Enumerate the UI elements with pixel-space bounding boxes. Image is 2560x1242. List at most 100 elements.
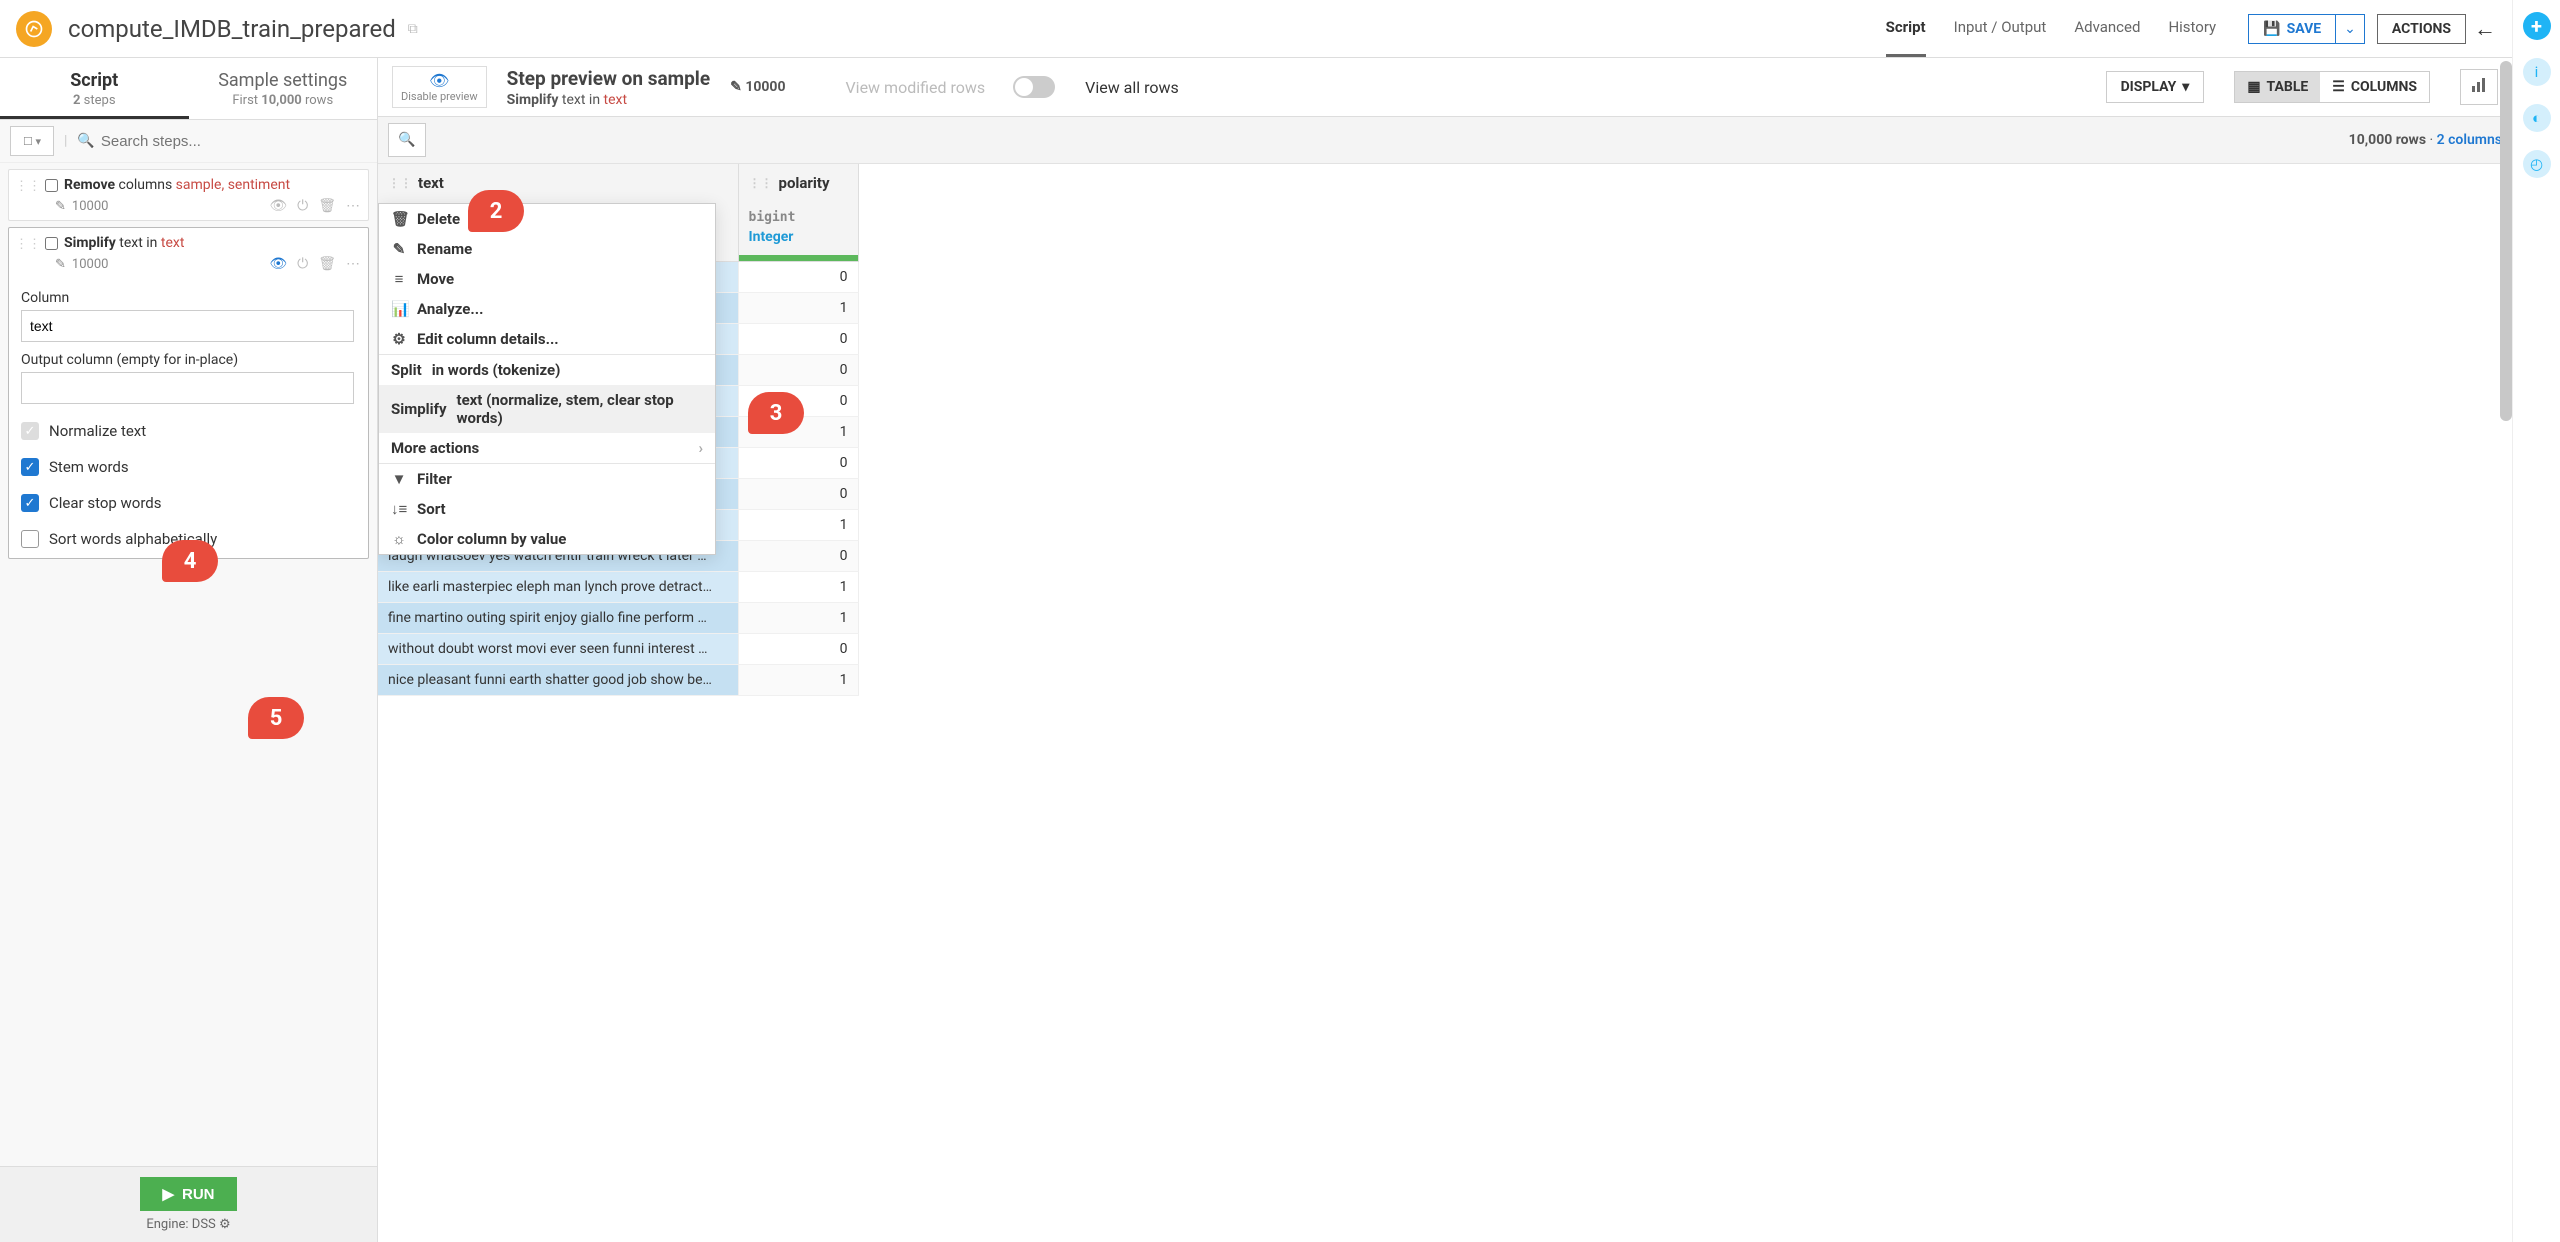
drag-handle-icon[interactable]: ⋮⋮ (15, 237, 41, 252)
gear-icon: ⚙ (391, 330, 407, 348)
check-normalize[interactable]: ✓ Normalize text (21, 422, 354, 440)
step-card-simplify[interactable]: ⋮⋮ Simplify text in text ✎10000 👁 ⏻ (8, 227, 369, 559)
save-label: SAVE (2287, 21, 2322, 37)
history-icon[interactable]: ◴ (2523, 150, 2551, 178)
column-storage: bigint (749, 210, 848, 225)
seg-columns[interactable]: ☰COLUMNS (2320, 72, 2429, 102)
tab-history[interactable]: History (2168, 0, 2216, 57)
top-tabs: Script Input / Output Advanced History (1886, 0, 2217, 57)
view-toggle[interactable] (1013, 76, 1055, 98)
eye-icon[interactable]: 👁 (269, 256, 287, 272)
seg-table[interactable]: ▦TABLE (2235, 72, 2320, 102)
step-card-remove[interactable]: ⋮⋮ Remove columns sample, sentiment ✎100… (8, 169, 369, 221)
ctx-rename[interactable]: ✎Rename (379, 234, 715, 264)
cell-polarity[interactable]: 0 (738, 448, 858, 479)
display-dropdown[interactable]: DISPLAY ▾ (2106, 71, 2205, 103)
step-checkbox[interactable] (45, 237, 58, 250)
cell-polarity[interactable]: 0 (738, 262, 858, 293)
data-grid[interactable]: ⋮⋮ text 🗑Delete ✎Rename ≡Move 📊Analyze... (378, 164, 2512, 1242)
trash-icon[interactable]: 🗑 (318, 256, 336, 272)
save-button[interactable]: 💾 SAVE (2249, 15, 2335, 43)
check-sort[interactable]: Sort words alphabetically (21, 530, 354, 548)
grid-search-button[interactable]: 🔍 (388, 123, 426, 157)
step-checkbox[interactable] (45, 179, 58, 192)
cell-polarity[interactable]: 0 (738, 479, 858, 510)
trash-icon[interactable]: 🗑 (318, 198, 336, 214)
table-row[interactable]: nice pleasant funni earth shatter good j… (378, 665, 858, 696)
ctx-filter[interactable]: ▼Filter (379, 464, 715, 494)
ctx-delete[interactable]: 🗑Delete (379, 204, 715, 234)
cell-text[interactable]: without doubt worst movi ever seen funni… (378, 634, 738, 665)
run-button[interactable]: ▶ RUN (140, 1177, 236, 1211)
left-tab-sample[interactable]: Sample settings First 10,000 rows (189, 58, 378, 119)
more-icon[interactable]: ⋯ (346, 256, 360, 272)
check-stop[interactable]: ✓ Clear stop words (21, 494, 354, 512)
checkbox-icon: ✓ (21, 422, 39, 440)
column-header-text[interactable]: text (418, 174, 444, 192)
step-text: Remove columns sample, sentiment (64, 176, 360, 194)
pencil-icon: ✎ (55, 257, 66, 272)
cell-polarity[interactable]: 0 (738, 634, 858, 665)
ctx-analyze[interactable]: 📊Analyze... (379, 294, 715, 324)
table-row[interactable]: without doubt worst movi ever seen funni… (378, 634, 858, 665)
cell-text[interactable]: fine martino outing spirit enjoy giallo … (378, 603, 738, 634)
cell-polarity[interactable]: 1 (738, 572, 858, 603)
search-steps-input[interactable] (101, 133, 367, 150)
cell-polarity[interactable]: 0 (738, 386, 858, 417)
drag-handle-icon[interactable]: ⋮⋮ (749, 176, 773, 190)
tab-script[interactable]: Script (1886, 0, 1926, 57)
cell-polarity[interactable]: 1 (738, 603, 858, 634)
disable-preview-button[interactable]: 👁 Disable preview (392, 66, 487, 108)
checkbox-icon: ✓ (21, 458, 39, 476)
preview-area: 👁 Disable preview Step preview on sample… (378, 58, 2512, 1242)
ctx-split[interactable]: Split in words (tokenize) (379, 355, 715, 385)
back-arrow-icon[interactable]: ← (2474, 16, 2496, 42)
add-icon[interactable]: + (2523, 12, 2551, 40)
external-icon[interactable]: ⧉ (408, 21, 418, 37)
eye-icon[interactable]: 👁 (269, 198, 287, 214)
ctx-color[interactable]: ☼Color column by value (379, 524, 715, 554)
tab-input-output[interactable]: Input / Output (1954, 0, 2047, 57)
gear-icon[interactable]: ⚙ (219, 1217, 231, 1232)
column-meaning[interactable]: Integer (749, 229, 848, 245)
tab-advanced[interactable]: Advanced (2074, 0, 2140, 57)
cell-polarity[interactable]: 1 (738, 293, 858, 324)
view-modified-label: View modified rows (845, 78, 985, 97)
cell-text[interactable]: like earli masterpiec eleph man lynch pr… (378, 572, 738, 603)
scrollbar-thumb[interactable] (2500, 61, 2512, 421)
column-context-menu: 🗑Delete ✎Rename ≡Move 📊Analyze... ⚙Edit … (378, 203, 716, 555)
discuss-icon[interactable]: ◐ (2523, 104, 2551, 132)
cell-text[interactable]: nice pleasant funni earth shatter good j… (378, 665, 738, 696)
cell-polarity[interactable]: 0 (738, 541, 858, 572)
column-header-polarity[interactable]: polarity (779, 174, 830, 192)
check-stem[interactable]: ✓ Stem words (21, 458, 354, 476)
table-row[interactable]: fine martino outing spirit enjoy giallo … (378, 603, 858, 634)
chart-button[interactable] (2460, 69, 2498, 105)
ctx-sort[interactable]: ↓≡Sort (379, 494, 715, 524)
ctx-edit-details[interactable]: ⚙Edit column details... (379, 324, 715, 354)
power-icon[interactable]: ⏻ (297, 256, 308, 272)
drag-handle-icon[interactable]: ⋮⋮ (15, 179, 41, 194)
ctx-more-actions[interactable]: More actions (379, 433, 715, 463)
cell-polarity[interactable]: 0 (738, 355, 858, 386)
cell-polarity[interactable]: 1 (738, 510, 858, 541)
ctx-move[interactable]: ≡Move (379, 264, 715, 294)
more-icon[interactable]: ⋯ (346, 198, 360, 214)
table-row[interactable]: like earli masterpiec eleph man lynch pr… (378, 572, 858, 603)
output-input[interactable] (21, 372, 354, 404)
info-icon[interactable]: i (2523, 58, 2551, 86)
save-dropdown[interactable]: ⌄ (2335, 15, 2364, 43)
cell-polarity[interactable]: 1 (738, 417, 858, 448)
left-tab-sample-sub: First 10,000 rows (189, 93, 378, 114)
cell-polarity[interactable]: 1 (738, 665, 858, 696)
ctx-simplify[interactable]: Simplify text (normalize, stem, clear st… (379, 385, 715, 433)
cell-polarity[interactable]: 0 (738, 324, 858, 355)
power-icon[interactable]: ⏻ (297, 198, 308, 214)
actions-button[interactable]: ACTIONS (2377, 14, 2466, 44)
column-input[interactable] (21, 310, 354, 342)
recipe-logo (16, 11, 52, 47)
column-label: Column (21, 290, 354, 306)
select-all-dropdown[interactable]: ☐ ▾ (10, 126, 54, 156)
drag-handle-icon[interactable]: ⋮⋮ (388, 176, 412, 190)
left-tab-script[interactable]: Script 2 steps (0, 58, 189, 119)
